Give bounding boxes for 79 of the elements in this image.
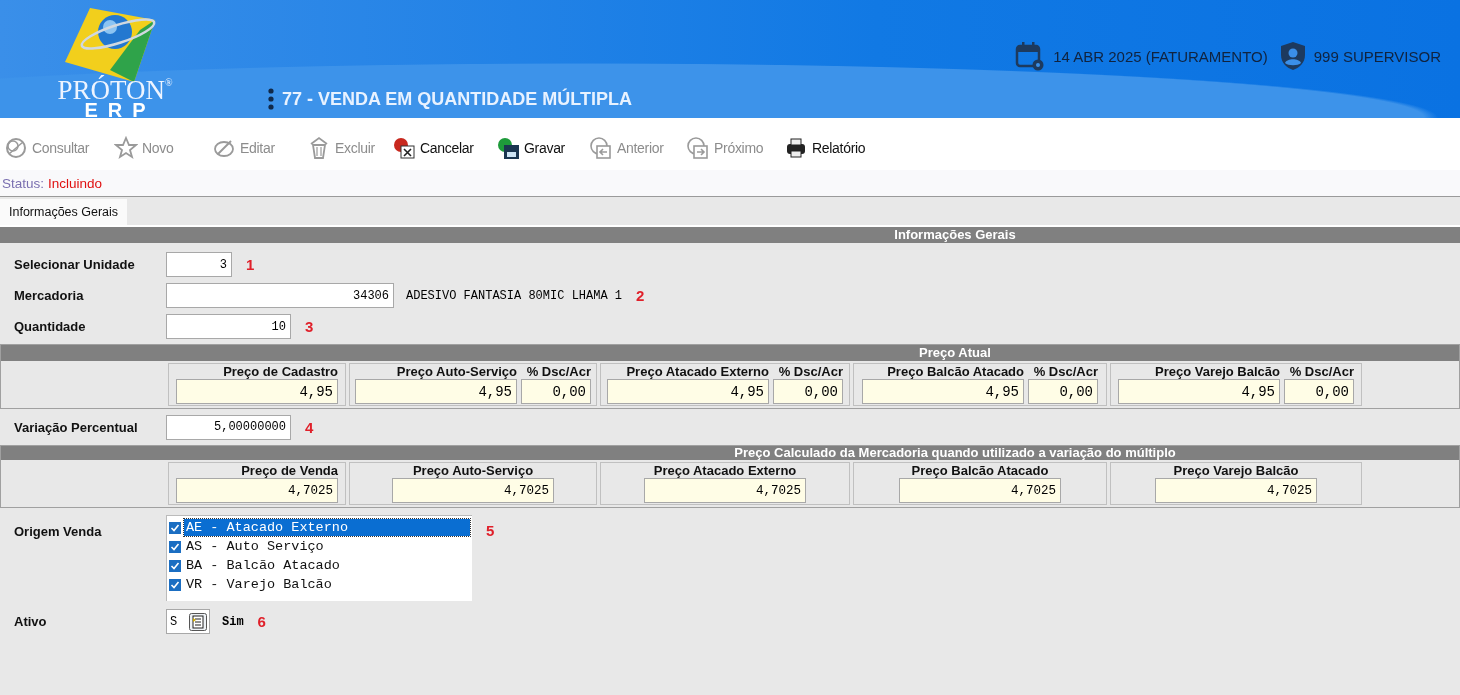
field-label: % Dsc/Acr bbox=[778, 364, 843, 379]
field-label: Preço Auto-Serviço bbox=[412, 463, 534, 478]
cancel-document-icon bbox=[392, 135, 416, 160]
field-label: % Dsc/Acr bbox=[1033, 364, 1098, 379]
logo-subtitle: ERP bbox=[84, 102, 156, 118]
price-field[interactable]: 4,95 bbox=[862, 379, 1024, 404]
field-label: Variação Percentual bbox=[13, 419, 139, 435]
input-field[interactable]: 3 bbox=[166, 252, 232, 277]
toolbar-button[interactable]: Cancelar bbox=[392, 135, 496, 160]
field-label: Preço de Cadastro bbox=[223, 364, 338, 379]
step-number: 1 bbox=[246, 256, 255, 273]
checkbox[interactable] bbox=[169, 521, 181, 534]
list-item[interactable]: BA - Balcão Atacado bbox=[184, 557, 470, 574]
price-field[interactable]: 0,00 bbox=[1284, 379, 1354, 404]
status-label: Status: bbox=[2, 175, 45, 191]
field-label: Preço Balcão Atacado bbox=[911, 463, 1049, 478]
section-header: Preço Atual bbox=[1, 345, 1459, 361]
section-header: Preço Calculado da Mercadoria quando utilizado a variação do múltiplo bbox=[1, 446, 1459, 460]
billing-date: 14 ABR 2025 (FATURAMENTO) bbox=[1053, 47, 1268, 65]
star-icon bbox=[114, 135, 138, 160]
field-label: Preço Varejo Balcão bbox=[1173, 463, 1299, 478]
price-field[interactable]: 4,95 bbox=[607, 379, 769, 404]
field-label: Preço Atacado Externo bbox=[653, 463, 797, 478]
field-label: Preço Atacado Externo bbox=[626, 364, 769, 379]
step-number: 3 bbox=[305, 318, 314, 335]
user-name: 999 SUPERVISOR bbox=[1313, 47, 1441, 65]
field-label: Origem Venda bbox=[13, 524, 103, 539]
field-label: % Dsc/Acr bbox=[526, 364, 591, 379]
product-description: ADESIVO FANTASIA 80MIC LHAMA 1 bbox=[406, 288, 623, 303]
field-label: Preço de Venda bbox=[241, 463, 338, 478]
menu-icon[interactable] bbox=[268, 88, 274, 110]
page-title: 77 - VENDA EM QUANTIDADE MÚLTIPLA bbox=[282, 88, 632, 110]
price-field[interactable]: 4,7025 bbox=[392, 478, 554, 503]
list-item[interactable]: AE - Atacado Externo bbox=[184, 519, 470, 536]
field-label: Preço Varejo Balcão bbox=[1155, 364, 1280, 379]
user-shield-icon[interactable] bbox=[1279, 41, 1306, 71]
previous-document-icon bbox=[589, 135, 613, 160]
price-field[interactable]: 0,00 bbox=[1028, 379, 1098, 404]
step-number: 5 bbox=[486, 522, 495, 539]
step-number: 4 bbox=[305, 418, 314, 436]
next-document-icon bbox=[686, 135, 710, 160]
input-field[interactable]: 10 bbox=[166, 314, 291, 339]
price-field[interactable]: 0,00 bbox=[773, 379, 843, 404]
list-item[interactable]: VR - Varejo Balcão bbox=[184, 576, 470, 593]
floppy-disk-icon bbox=[496, 135, 520, 160]
input-field[interactable]: 5,00000000 bbox=[166, 414, 291, 440]
checkbox[interactable] bbox=[169, 578, 181, 591]
price-field[interactable]: 4,95 bbox=[355, 379, 517, 404]
price-field[interactable]: 4,7025 bbox=[176, 478, 338, 503]
field-label: Ativo bbox=[13, 614, 48, 629]
field-label: % Dsc/Acr bbox=[1289, 364, 1354, 379]
checkbox[interactable] bbox=[169, 540, 181, 553]
printer-icon bbox=[784, 135, 808, 160]
checkbox[interactable] bbox=[169, 559, 181, 572]
input-field[interactable]: S bbox=[166, 609, 210, 634]
status-value: Incluindo bbox=[48, 175, 103, 191]
tab[interactable]: Informações Gerais bbox=[0, 199, 128, 225]
price-field[interactable]: 4,7025 bbox=[644, 478, 806, 503]
field-label: Quantidade bbox=[13, 319, 87, 334]
lookup-icon[interactable] bbox=[189, 612, 207, 631]
field-label: Selecionar Unidade bbox=[13, 257, 136, 272]
field-value-description: Sim bbox=[222, 614, 244, 629]
toolbar-button[interactable]: Relatório bbox=[784, 135, 884, 160]
toolbar-button[interactable]: Gravar bbox=[496, 135, 589, 160]
step-number: 6 bbox=[257, 613, 266, 630]
price-field[interactable]: 0,00 bbox=[521, 379, 591, 404]
field-label: Preço Balcão Atacado bbox=[887, 364, 1024, 379]
price-field[interactable]: 4,7025 bbox=[899, 478, 1061, 503]
price-field[interactable]: 4,95 bbox=[176, 379, 338, 404]
calendar-gear-icon[interactable] bbox=[1015, 41, 1046, 71]
input-field[interactable]: 34306 bbox=[166, 283, 394, 308]
section-header: Informações Gerais bbox=[0, 227, 1460, 243]
field-label: Preço Auto-Serviço bbox=[396, 364, 517, 379]
price-field[interactable]: 4,95 bbox=[1118, 379, 1280, 404]
field-label: Mercadoria bbox=[13, 288, 85, 303]
step-number: 2 bbox=[636, 287, 645, 304]
registered-mark: ® bbox=[164, 78, 173, 88]
list-item[interactable]: AS - Auto Serviço bbox=[184, 538, 470, 555]
price-field[interactable]: 4,7025 bbox=[1155, 478, 1317, 503]
